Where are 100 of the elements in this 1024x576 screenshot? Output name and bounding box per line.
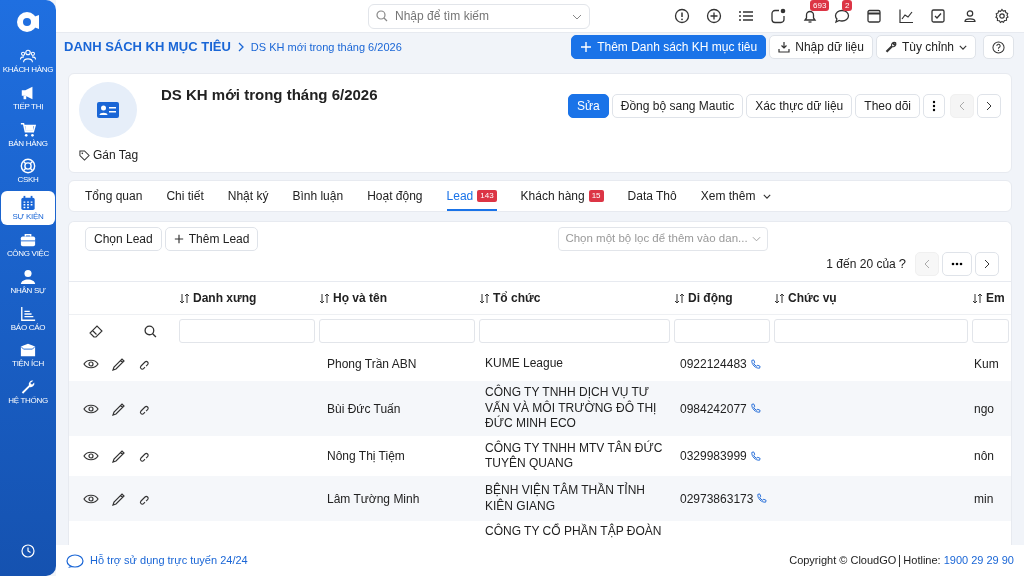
column-header[interactable]: Danh xưng: [177, 282, 317, 314]
table-cell-text: CÔNG TY TNHH MTV TÂN ĐỨC TUYÊN QUANG: [485, 440, 664, 472]
tab[interactable]: Nhật ký: [227, 181, 269, 211]
sidebar-item[interactable]: HỆ THỐNG: [1, 375, 55, 409]
tab-count: 143: [477, 190, 497, 202]
message-count: 2: [842, 0, 853, 11]
tab-count: 15: [588, 190, 604, 202]
alert-icon[interactable]: [674, 8, 690, 24]
link-icon[interactable]: [137, 358, 149, 370]
phone-number: 0329983999: [680, 448, 747, 465]
column-header[interactable]: Di động: [672, 282, 772, 314]
help-icon: [992, 40, 1005, 54]
sidebar-item[interactable]: NHÂN SỰ: [1, 264, 55, 299]
tag-link[interactable]: Gán Tag: [93, 146, 139, 164]
tab[interactable]: Tổng quan: [85, 181, 143, 211]
table-cell: CÔNG TY CỔ PHẦN TẬP ĐOÀN: [485, 524, 662, 540]
customize-button[interactable]: Tùy chỉnh: [875, 35, 976, 59]
filter-field[interactable]: [479, 319, 670, 343]
column-header[interactable]: Tổ chức: [477, 282, 672, 314]
table-cell-text: min: [974, 490, 994, 508]
sidebar-item[interactable]: BÁN HÀNG: [1, 117, 55, 152]
filter-field[interactable]: [179, 319, 315, 343]
breadcrumb-link[interactable]: DANH SÁCH KH MỤC TIÊU: [64, 37, 231, 57]
add-lead-button[interactable]: Thêm Lead: [164, 227, 259, 251]
caret-icon: [752, 236, 762, 242]
filter-field[interactable]: [319, 319, 475, 343]
import-button[interactable]: Nhập dữ liệu: [769, 35, 873, 59]
table-cell-text: Kum: [974, 356, 999, 373]
column-header[interactable]: Em: [970, 282, 1011, 314]
table-cell-text: Bùi Đức Tuấn: [327, 400, 401, 418]
user-icon[interactable]: [962, 8, 978, 24]
tab[interactable]: Chi tiết: [166, 181, 204, 211]
table-cell-text: CÔNG TY TNHH DỊCH VỤ TƯ VẤN VÀ MÔI TRƯỜNG ĐÔ THỊ ĐỨC MINH ECO: [485, 385, 658, 432]
pagination-text: 1 đến 20 của: [826, 256, 896, 273]
caret-icon[interactable]: [572, 13, 582, 20]
chat-icon[interactable]: [834, 8, 850, 24]
tab[interactable]: Xem thêm: [700, 181, 772, 211]
sort-icon: [479, 292, 490, 304]
vertical-ellipsis-icon: [932, 100, 936, 112]
history-icon[interactable]: [21, 544, 35, 558]
hotline-link[interactable]: 1900 29 29 90: [943, 552, 1014, 569]
checkbox-icon[interactable]: [930, 8, 946, 24]
logo-icon: [16, 10, 40, 34]
ellipsis-icon: [951, 262, 963, 266]
column-header[interactable]: Chức vụ: [772, 282, 970, 314]
sidebar-item[interactable]: CÔNG VIỆC: [1, 228, 55, 262]
action-button[interactable]: Đồng bộ sang Mautic: [611, 94, 744, 118]
sort-icon: [774, 292, 785, 304]
column-header[interactable]: Họ và tên: [317, 282, 477, 314]
sidebar-item[interactable]: BÁO CÁO: [1, 301, 55, 336]
breadcrumb-current: DS KH mới trong tháng 6/2026: [250, 39, 402, 55]
chevron-right-icon: [984, 259, 990, 269]
caret-icon: [959, 44, 967, 50]
add-icon[interactable]: [706, 8, 722, 24]
edit-icon[interactable]: [111, 491, 125, 506]
tab[interactable]: Lead 143: [446, 181, 497, 211]
settings-icon[interactable]: [994, 8, 1010, 24]
edit-icon[interactable]: [111, 449, 125, 463]
tab[interactable]: Bình luận: [292, 181, 344, 211]
notification-count: 693: [810, 0, 830, 11]
calendar-icon[interactable]: [866, 8, 882, 24]
more-button[interactable]: [923, 94, 945, 118]
add-list-button[interactable]: Thêm Danh sách KH mục tiêu: [571, 35, 767, 59]
wrench-icon: [884, 41, 897, 53]
sidebar-item[interactable]: SỰ KIỆN: [1, 191, 55, 225]
edit-icon[interactable]: [111, 401, 125, 416]
filter-field[interactable]: [972, 319, 1009, 343]
sidebar-item[interactable]: TIỆN ÍCH: [1, 338, 55, 373]
sidebar-item[interactable]: TIẾP THỊ: [1, 80, 55, 115]
app-notification-icon[interactable]: [770, 8, 786, 24]
tab[interactable]: Hoạt động: [367, 181, 423, 211]
link-icon[interactable]: [137, 450, 149, 462]
search-icon[interactable]: [143, 324, 157, 338]
filter-field[interactable]: [674, 319, 770, 343]
view-icon[interactable]: [83, 357, 99, 371]
view-icon[interactable]: [83, 449, 99, 463]
sidebar-item[interactable]: KHÁCH HÀNG: [1, 44, 55, 78]
search-field[interactable]: Nhập để tìm kiếm: [368, 3, 590, 29]
tab[interactable]: Data Thô: [627, 181, 677, 211]
action-button[interactable]: Theo dõi: [855, 94, 920, 118]
phone-icon: [756, 493, 768, 504]
filter-field[interactable]: [774, 319, 968, 343]
select-lead-button[interactable]: Chọn Lead: [85, 227, 162, 251]
wrench-icon: [20, 379, 36, 396]
eraser-icon[interactable]: [89, 324, 104, 338]
table-cell-text: Lâm Tường Minh: [327, 490, 420, 508]
line-chart-icon[interactable]: [898, 8, 914, 24]
help-button[interactable]: [983, 35, 1014, 59]
support-link[interactable]: Hỗ trợ sử dụng trực tuyến 24/24: [90, 552, 248, 569]
phone-number: 0984242077: [680, 400, 747, 418]
bell-icon[interactable]: [802, 8, 818, 24]
chevron-left-icon: [924, 259, 930, 269]
list-icon[interactable]: [738, 8, 754, 24]
sidebar-item[interactable]: CSKH: [1, 154, 55, 189]
edit-button[interactable]: Sửa: [568, 94, 609, 118]
sort-icon: [972, 292, 983, 304]
edit-icon[interactable]: [111, 357, 125, 371]
action-button[interactable]: Xác thực dữ liệu: [746, 94, 853, 118]
tab[interactable]: Khách hàng 15: [520, 181, 604, 211]
person-icon: [20, 268, 36, 285]
